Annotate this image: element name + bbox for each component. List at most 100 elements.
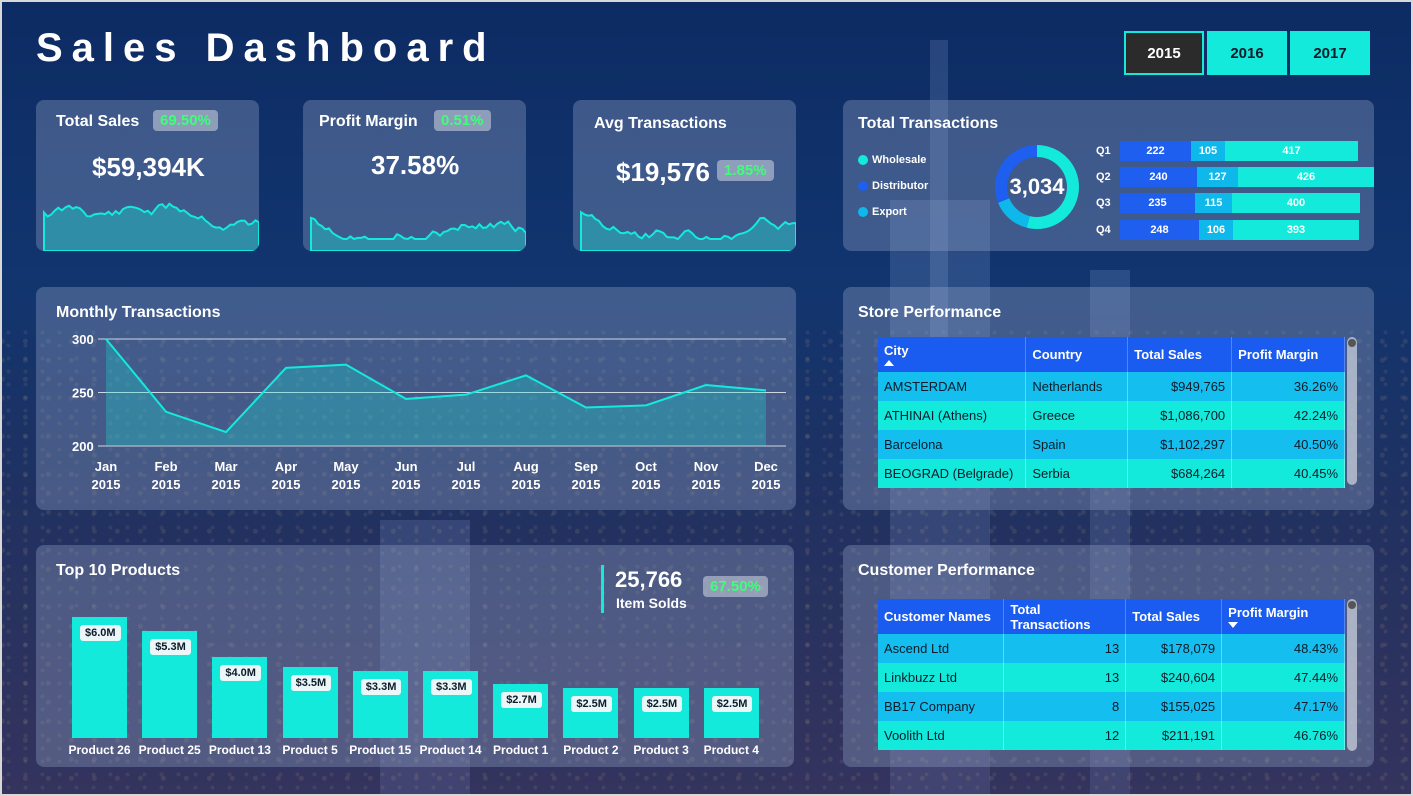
bar-category-label: Product 25 xyxy=(138,743,201,757)
legend-export-label: Export xyxy=(872,206,907,218)
bar-value-label: $6.0M xyxy=(80,625,121,641)
wholesale-segment[interactable]: 235 xyxy=(1120,193,1195,213)
export-segment[interactable]: 417 xyxy=(1225,141,1358,161)
data-point[interactable] xyxy=(223,429,229,435)
year-button-2016[interactable]: 2016 xyxy=(1207,31,1287,75)
items-sold-label: Item Solds xyxy=(616,595,687,611)
x-tick-year: 2015 xyxy=(92,477,121,492)
customer-performance-title: Customer Performance xyxy=(858,562,1035,579)
data-point[interactable] xyxy=(703,382,709,388)
x-tick-year: 2015 xyxy=(512,477,541,492)
x-tick-month: Jan xyxy=(95,459,117,474)
customer-cell: 47.44% xyxy=(1221,663,1345,692)
table-row[interactable]: Voolith Ltd 12 $211,191 46.76% xyxy=(878,721,1345,750)
year-button-2017[interactable]: 2017 xyxy=(1290,31,1370,75)
wholesale-segment[interactable]: 222 xyxy=(1120,141,1191,161)
store-performance-table: City Country Total Sales Profit Margin A… xyxy=(878,337,1345,488)
store-cell: Greece xyxy=(1025,401,1129,430)
x-tick-month: Nov xyxy=(694,459,719,474)
wholesale-segment[interactable]: 248 xyxy=(1120,220,1199,240)
bar-value-label: $5.3M xyxy=(150,639,191,655)
donut-total-label: 3,034 xyxy=(1009,174,1065,199)
year-button-2015[interactable]: 2015 xyxy=(1124,31,1204,75)
donut-slice[interactable] xyxy=(998,198,1030,228)
store-cell: ATHINAI (Athens) xyxy=(878,401,1027,430)
x-tick-month: May xyxy=(333,459,359,474)
x-tick-month: Jun xyxy=(394,459,417,474)
data-point[interactable] xyxy=(463,392,469,398)
data-point[interactable] xyxy=(343,362,349,368)
customer-cell: 13 xyxy=(1003,663,1127,692)
customer-cell: Linkbuzz Ltd xyxy=(878,663,1005,692)
column-total-sales[interactable]: Total Sales xyxy=(1127,337,1233,372)
distributor-segment[interactable]: 127 xyxy=(1197,167,1238,187)
data-point[interactable] xyxy=(403,396,409,402)
table-row[interactable]: BB17 Company 8 $155,025 47.17% xyxy=(878,692,1345,721)
bar-category-label: Product 1 xyxy=(493,743,549,757)
column-total-sales[interactable]: Total Sales xyxy=(1125,599,1223,634)
x-tick-month: Sep xyxy=(574,459,598,474)
scroll-handle[interactable] xyxy=(1348,339,1356,347)
customer-performance-card: Customer Performance Customer Names Tota… xyxy=(843,545,1374,767)
store-cell: $1,102,297 xyxy=(1127,430,1233,459)
store-cell: 40.45% xyxy=(1231,459,1345,488)
x-tick-month: Mar xyxy=(214,459,237,474)
legend-distributor-label: Distributor xyxy=(872,180,929,192)
table-row[interactable]: Linkbuzz Ltd 13 $240,604 47.44% xyxy=(878,663,1345,692)
monthly-transactions-chart: 300 250 200Jan 2015 Feb 2015 Mar 2015 Apr 2015 May… xyxy=(72,332,786,492)
wholesale-segment[interactable]: 240 xyxy=(1120,167,1197,187)
avg-transactions-card: Avg Transactions $19,576 1.85% xyxy=(573,100,796,251)
distributor-segment[interactable]: 115 xyxy=(1195,193,1232,213)
customer-performance-table: Customer Names Total Transactions Total … xyxy=(878,599,1345,750)
export-dot-icon xyxy=(858,207,868,217)
distributor-segment[interactable]: 105 xyxy=(1191,141,1225,161)
data-point[interactable] xyxy=(763,387,769,393)
store-table-scrollbar[interactable] xyxy=(1347,337,1357,485)
quarter-row: Q1 222 105 417 xyxy=(1096,141,1358,161)
top-products-card: Top 10 Products 25,766 Item Solds 67.50%… xyxy=(36,545,794,767)
x-tick-year: 2015 xyxy=(452,477,481,492)
customer-cell: 46.76% xyxy=(1221,721,1345,750)
data-point[interactable] xyxy=(583,404,589,410)
profit-margin-value: 37.58% xyxy=(371,150,460,180)
total-sales-change-badge: 69.50% xyxy=(153,110,218,131)
data-point[interactable] xyxy=(163,409,169,415)
quarter-label: Q3 xyxy=(1096,197,1111,209)
quarter-row: Q2 240 127 426 xyxy=(1096,167,1374,187)
column-country[interactable]: Country xyxy=(1025,337,1129,372)
wholesale-dot-icon xyxy=(858,155,868,165)
distributor-segment[interactable]: 106 xyxy=(1199,220,1233,240)
column-profit-margin-label: Profit Margin xyxy=(1228,605,1309,620)
column-customer-names[interactable]: Customer Names xyxy=(878,599,1005,634)
distributor-dot-icon xyxy=(858,181,868,191)
bar-category-label: Product 3 xyxy=(633,743,689,757)
table-row[interactable]: AMSTERDAM Netherlands $949,765 36.26% xyxy=(878,372,1345,401)
customer-cell: 8 xyxy=(1003,692,1127,721)
data-point[interactable] xyxy=(523,372,529,378)
x-tick-year: 2015 xyxy=(572,477,601,492)
x-tick-year: 2015 xyxy=(632,477,661,492)
x-tick-year: 2015 xyxy=(692,477,721,492)
table-row[interactable]: Ascend Ltd 13 $178,079 48.43% xyxy=(878,634,1345,663)
avg-transactions-sparkline xyxy=(580,210,796,251)
data-point[interactable] xyxy=(283,365,289,371)
table-row[interactable]: BEOGRAD (Belgrade) Serbia $684,264 40.45% xyxy=(878,459,1345,488)
profit-margin-title: Profit Margin xyxy=(319,113,418,130)
column-profit-margin[interactable]: Profit Margin xyxy=(1221,599,1345,634)
customer-cell: $240,604 xyxy=(1125,663,1223,692)
export-segment[interactable]: 426 xyxy=(1238,167,1374,187)
column-profit-margin[interactable]: Profit Margin xyxy=(1231,337,1345,372)
customer-table-scrollbar[interactable] xyxy=(1347,599,1357,751)
column-total-transactions[interactable]: Total Transactions xyxy=(1003,599,1127,634)
data-point[interactable] xyxy=(643,402,649,408)
bar-value-label: $2.5M xyxy=(641,696,683,712)
items-sold-value: 25,766 xyxy=(615,567,683,592)
scroll-handle[interactable] xyxy=(1348,601,1356,609)
export-segment[interactable]: 393 xyxy=(1233,220,1359,240)
table-row[interactable]: Barcelona Spain $1,102,297 40.50% xyxy=(878,430,1345,459)
export-segment[interactable]: 400 xyxy=(1232,193,1360,213)
table-row[interactable]: ATHINAI (Athens) Greece $1,086,700 42.24% xyxy=(878,401,1345,430)
legend-wholesale-label: Wholesale xyxy=(872,154,927,166)
column-city[interactable]: City xyxy=(878,337,1027,372)
data-point[interactable] xyxy=(103,336,109,342)
